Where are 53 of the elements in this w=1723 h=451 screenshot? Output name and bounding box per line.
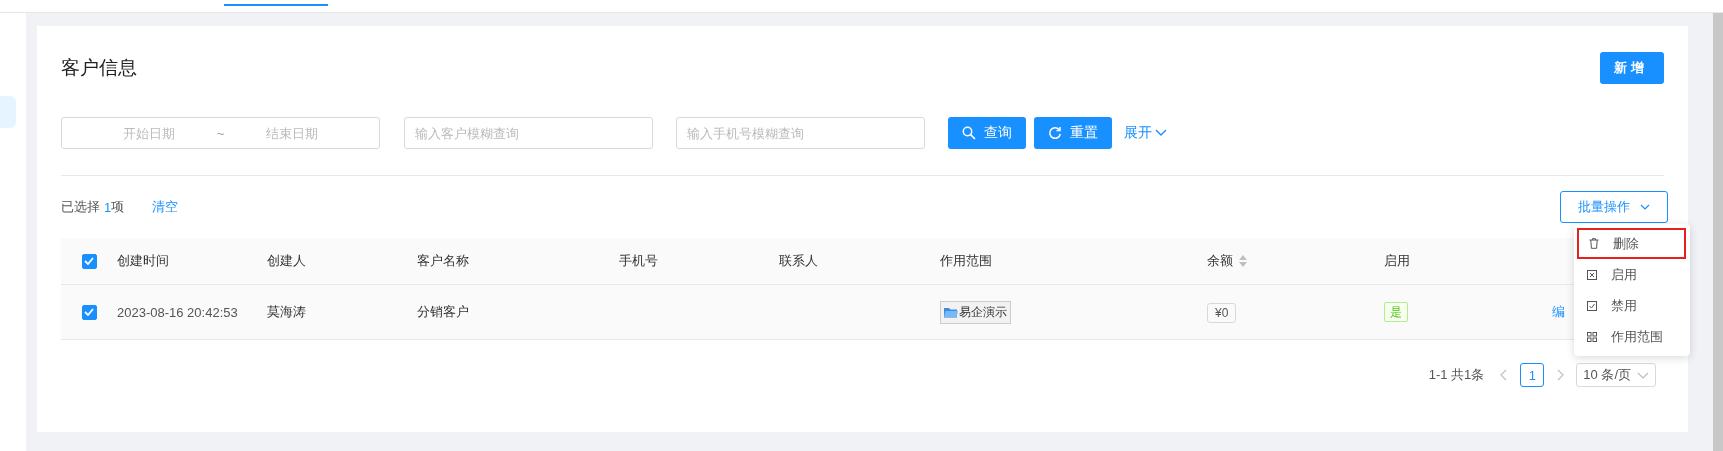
chevron-down-icon [1155,129,1167,137]
pagination-summary: 1-1 共1条 [1428,366,1485,384]
caret-icon [1640,203,1650,211]
column-header: 手机号 [619,252,658,270]
column-header: 启用 [1384,252,1410,270]
active-tab-indicator[interactable] [224,4,328,6]
add-button[interactable]: 新增 [1600,52,1664,84]
balance-tag: ¥0 [1207,302,1237,323]
refresh-icon [1048,126,1062,140]
column-header: 创建人 [267,252,306,270]
folder-icon [944,306,958,318]
column-header: 创建时间 [117,252,169,270]
expand-link[interactable]: 展开 [1124,124,1167,142]
column-header: 作用范围 [940,252,992,270]
grid-icon [1587,331,1597,342]
edit-link[interactable]: 编 [1552,304,1565,319]
date-range-field[interactable]: 开始日期 ~ 结束日期 [61,117,380,149]
search-button[interactable]: 查询 [948,117,1026,149]
menu-item[interactable]: 启用 [1577,259,1686,290]
menu-item[interactable]: 删除 [1577,228,1686,259]
scrollbar[interactable] [1713,13,1723,451]
previous-page-icon[interactable] [1500,369,1509,381]
next-page-icon[interactable] [1556,369,1565,381]
check-box-icon [1587,300,1597,311]
menu-item[interactable]: 禁用 [1577,290,1686,321]
sidebar-item[interactable] [0,96,16,128]
chevron-down-icon [1637,371,1649,379]
menu-item[interactable]: 作用范围 [1577,321,1686,352]
sort-icon[interactable] [1239,255,1247,267]
customer-search-field[interactable]: 输入客户模糊查询 [404,117,653,149]
enabled-tag: 是 [1384,301,1408,322]
page-title: 客户信息 [61,56,137,80]
row-checkbox[interactable] [81,304,97,320]
column-header: 客户名称 [417,252,469,270]
column-header: 余额 [1207,252,1233,270]
selection-label: 已选择 [61,198,100,216]
selection-unit: 项 [111,198,125,216]
batch-actions-button[interactable]: 批量操作 [1560,191,1668,223]
table-cell: 2023-08-16 20:42:53 [117,304,238,320]
page-size-select[interactable]: 10 条/页 [1576,363,1656,387]
table-cell: 分销客户 [417,304,469,319]
page-button[interactable]: 1 [1520,363,1545,387]
table-cell: 莫海涛 [267,304,306,319]
trash-icon [1589,238,1599,249]
column-header: 联系人 [779,252,818,270]
scope-tag: 易企演示 [940,300,1011,324]
cross-box-icon [1587,269,1597,280]
reset-button[interactable]: 重置 [1034,117,1112,149]
selection-count: 1 [104,199,112,215]
search-icon [962,126,976,140]
select-all-checkbox[interactable] [81,253,97,269]
clear-link[interactable]: 清空 [152,198,179,216]
phone-search-field[interactable]: 输入手机号模糊查询 [676,117,925,149]
